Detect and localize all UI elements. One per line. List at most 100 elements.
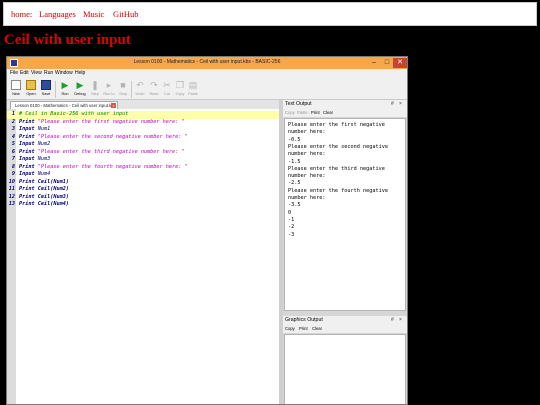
menu-bar: File Edit View Run Window Help (7, 69, 407, 78)
maximize-button[interactable]: □ (380, 58, 394, 68)
code-line[interactable]: 3 Input Num1 (7, 126, 279, 134)
code-text: Print Ceil(Num1) (19, 179, 69, 187)
nav-link-music[interactable]: Music (83, 9, 104, 19)
graphics-clear-button[interactable]: Clear (312, 326, 322, 331)
title-bar[interactable]: Lesson 0100 - Mathematics - Ceil with us… (7, 57, 407, 69)
float-panel-icon[interactable]: # (391, 101, 394, 107)
output-line: number here: (288, 151, 326, 158)
editor-tab-bar: Lesson 0100 - Mathematics - Ceil with us… (7, 100, 279, 109)
code-keyword: Input (19, 171, 35, 177)
close-window-button[interactable]: ✕ (393, 58, 407, 68)
code-content: Num4 (37, 171, 51, 177)
close-panel-icon[interactable]: × (399, 317, 402, 323)
code-text: # Ceil in Basic-256 with user input (19, 111, 128, 119)
code-line[interactable]: 5 Input Num2 (7, 141, 279, 149)
graphics-print-button[interactable]: Print (299, 326, 308, 331)
graphics-output-toolbar: Copy Print Clear (283, 325, 407, 333)
output-line: -0.5 (288, 136, 301, 143)
run-to-button[interactable]: ▸ Run to (102, 80, 116, 99)
cut-button[interactable]: ✂ Cut (160, 80, 174, 99)
output-line: 0 (288, 209, 292, 216)
code-line[interactable]: 2 Print "Please enter the first negative … (7, 119, 279, 127)
code-keyword: Input (19, 156, 35, 162)
code-keyword: Print (19, 133, 35, 140)
graphics-canvas[interactable] (286, 336, 404, 404)
code-text: Input Num2 (19, 141, 50, 149)
text-output-area[interactable]: Please enter the first negative number he… (284, 118, 406, 311)
open-button[interactable]: Open (24, 80, 38, 99)
graphics-copy-button[interactable]: Copy (285, 326, 295, 331)
output-line: -3.5 (288, 202, 301, 209)
minimize-button[interactable]: – (367, 58, 381, 68)
paste-button[interactable]: ▤ Paste (186, 80, 200, 99)
output-line: Please enter the second negative (288, 143, 388, 150)
code-keyword: Print (19, 118, 35, 125)
code-text: Print Ceil(Num3) (19, 194, 69, 202)
graphics-output-header: Graphics Output # × (283, 316, 407, 325)
run-to-icon: ▸ (106, 80, 112, 90)
code-text: Input Num3 (19, 156, 50, 164)
graphics-output-area (284, 334, 406, 404)
text-output-title: Text Output (285, 101, 312, 107)
window-title: Lesson 0100 - Mathematics - Ceil with us… (133, 59, 281, 65)
stop-button[interactable]: ■ Stop (116, 80, 130, 99)
save-button[interactable]: Save (39, 80, 53, 99)
copy-button[interactable]: ❐ Copy (173, 80, 187, 99)
menu-view[interactable]: View (31, 70, 42, 76)
new-button[interactable]: New (9, 80, 23, 99)
paste-icon: ▤ (188, 80, 198, 90)
code-line[interactable]: 12 Print Ceil(Num3) (7, 194, 279, 202)
redo-button[interactable]: ↷ Redo (147, 80, 161, 99)
code-line[interactable]: 13 Print Ceil(Num4) (7, 201, 279, 209)
code-editor[interactable]: 1 # Ceil in Basic-256 with user input 2 Pri… (7, 109, 279, 404)
step-button[interactable]: ❚ Step (88, 80, 102, 99)
code-content: Num3 (37, 156, 51, 162)
menu-file[interactable]: File (10, 70, 18, 76)
code-line[interactable]: 10 Print Ceil(Num1) (7, 179, 279, 187)
output-line: Please enter the third negative (288, 165, 385, 172)
undo-button[interactable]: ↶ Undo (133, 80, 147, 99)
code-keyword: Print (19, 148, 35, 155)
output-line: number here: (288, 173, 326, 180)
panel-splitter[interactable] (279, 100, 283, 404)
nav-link-github[interactable]: GitHub (113, 9, 139, 19)
output-line: -2.5 (288, 180, 301, 187)
close-panel-icon[interactable]: × (399, 101, 402, 107)
code-line[interactable]: 9 Input Num4 (7, 171, 279, 179)
text-paste-button[interactable]: Paste (297, 110, 308, 115)
graphics-output-title: Graphics Output (285, 317, 323, 323)
run-button[interactable]: ▶ Run (58, 80, 72, 99)
float-panel-icon[interactable]: # (391, 317, 394, 323)
output-line: Please enter the fourth negative (288, 187, 388, 194)
menu-edit[interactable]: Edit (20, 70, 29, 76)
save-disk-icon (41, 80, 51, 90)
code-line[interactable]: 4 Print "Please enter the second negative… (7, 134, 279, 142)
code-line[interactable]: 6 Print "Please enter the third negative … (7, 149, 279, 157)
text-clear-button[interactable]: Clear (323, 110, 333, 115)
nav-link-home[interactable]: home: (11, 9, 32, 19)
line-number: 12 (8, 193, 15, 200)
editor-tab[interactable]: Lesson 0100 - Mathematics - Ceil with us… (10, 101, 118, 109)
code-keyword: Print (19, 186, 35, 192)
nav-link-languages[interactable]: Languages (39, 9, 76, 19)
menu-help[interactable]: Help (75, 70, 85, 76)
menu-run[interactable]: Run (44, 70, 53, 76)
code-text: Print "Please enter the third negative n… (19, 149, 185, 157)
text-copy-button[interactable]: Copy (285, 110, 295, 115)
line-number: 5 (11, 141, 15, 147)
line-number: 4 (11, 133, 15, 140)
debug-button[interactable]: ▶ Debug (73, 80, 87, 99)
code-text: Print "Please enter the first negative n… (19, 119, 185, 127)
code-content: Ceil(Num1) (37, 178, 69, 185)
code-text: Input Num1 (19, 126, 50, 134)
code-line[interactable]: 1 # Ceil in Basic-256 with user input (7, 111, 279, 119)
code-line[interactable]: 8 Print "Please enter the fourth negative… (7, 164, 279, 172)
menu-window[interactable]: Window (55, 70, 73, 76)
code-content: "Please enter the fourth negative number… (37, 163, 188, 170)
code-keyword: Print (19, 193, 35, 200)
code-line[interactable]: 11 Print Ceil(Num2) (7, 186, 279, 194)
code-line[interactable]: 7 Input Num3 (7, 156, 279, 164)
close-tab-icon[interactable]: × (111, 103, 116, 108)
output-line: -1.5 (288, 158, 301, 165)
text-print-button[interactable]: Print (311, 110, 320, 115)
